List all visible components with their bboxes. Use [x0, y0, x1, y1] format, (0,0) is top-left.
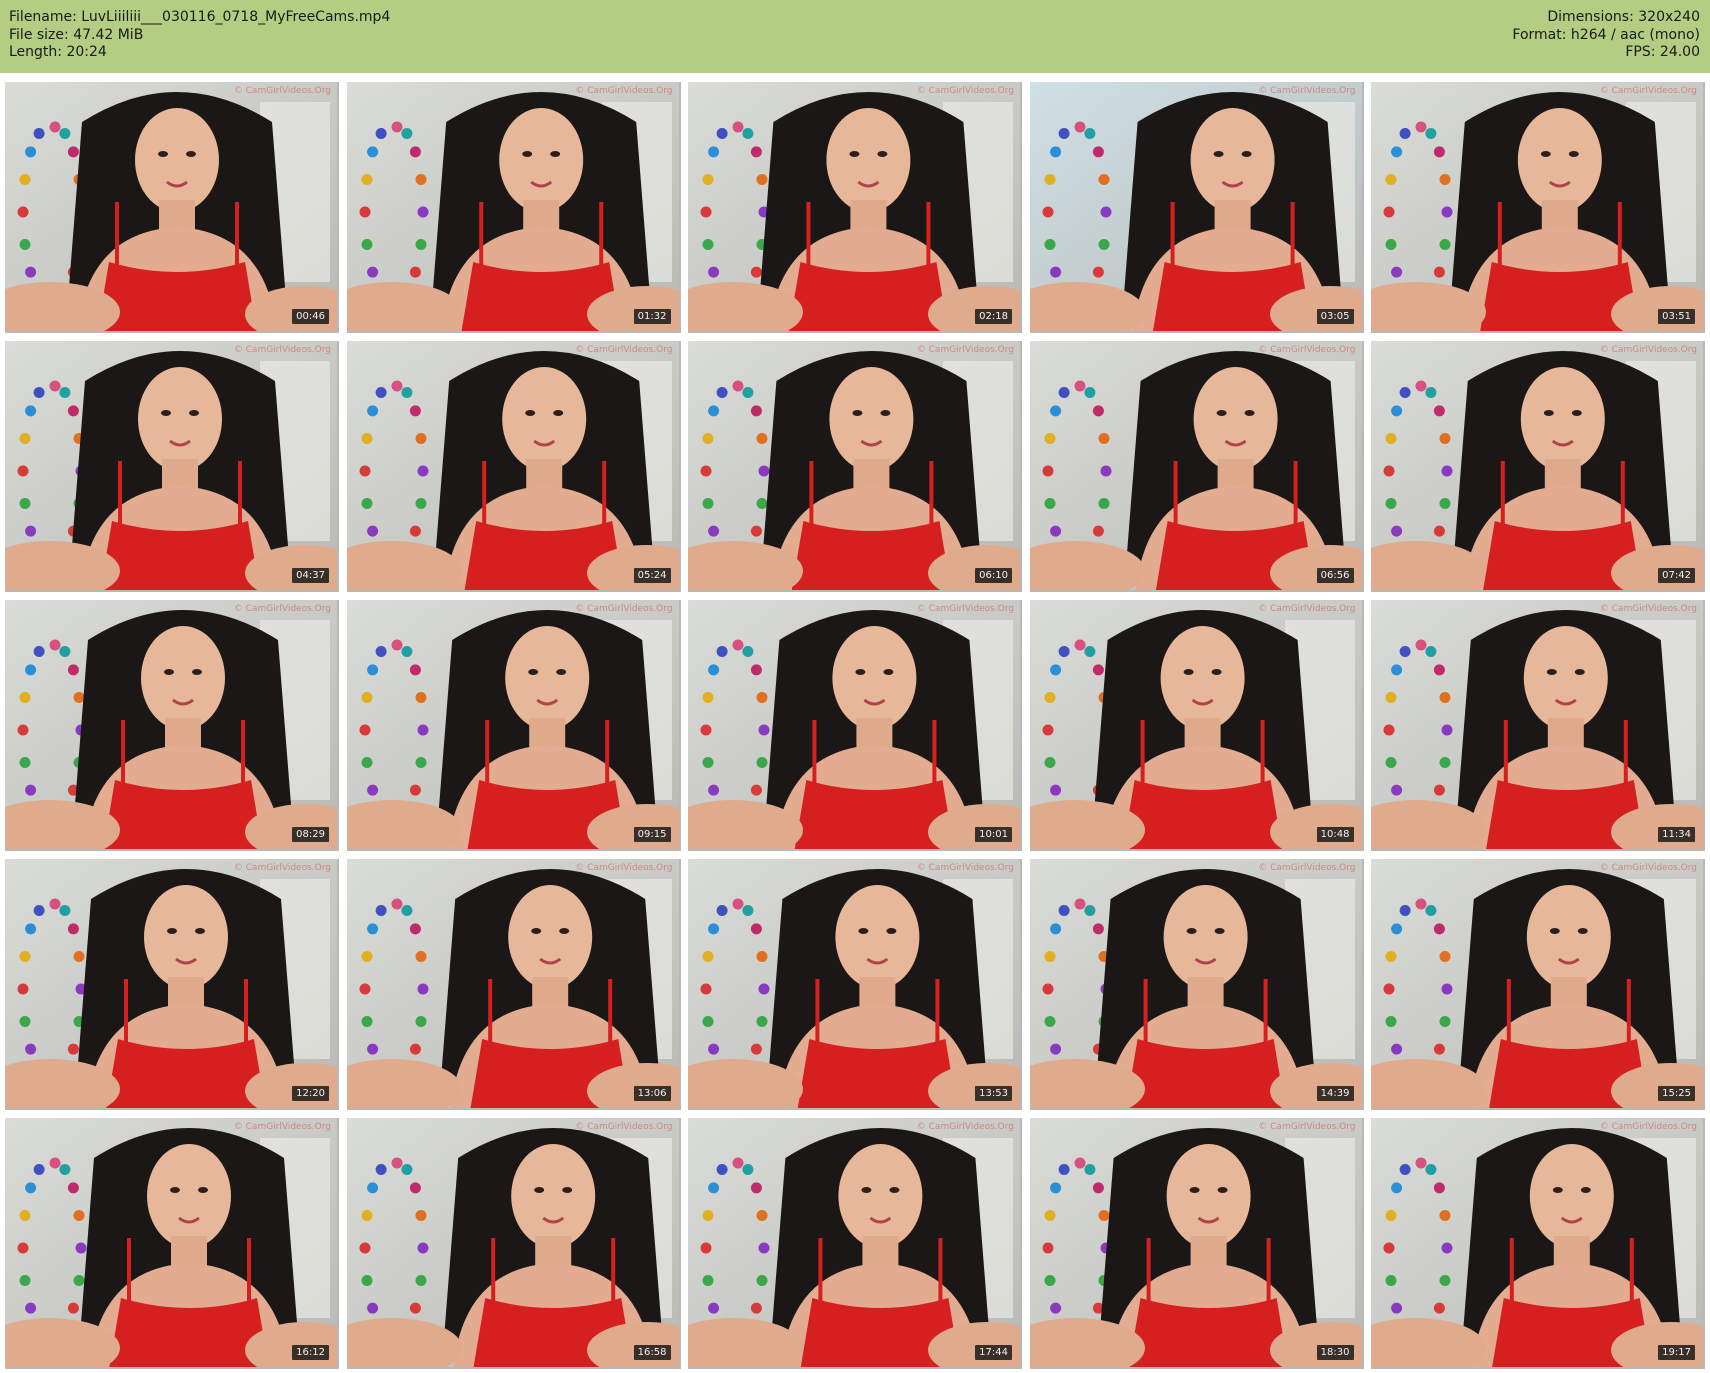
video-thumbnail: © CamGirlVideos.Org 11:34	[1371, 600, 1705, 851]
video-info-header: Filename: LuvLiiiliii___030116_0718_MyFr…	[0, 0, 1710, 73]
video-thumbnail: © CamGirlVideos.Org 16:58	[346, 1118, 681, 1369]
watermark-label: © CamGirlVideos.Org	[1599, 604, 1697, 614]
video-thumbnail: © CamGirlVideos.Org 01:32	[346, 82, 681, 333]
watermark-label: © CamGirlVideos.Org	[1599, 86, 1697, 96]
watermark-label: © CamGirlVideos.Org	[1258, 863, 1356, 873]
watermark-label: © CamGirlVideos.Org	[916, 1122, 1014, 1132]
video-thumbnail: © CamGirlVideos.Org 13:06	[346, 859, 681, 1110]
timestamp-label: 01:32	[633, 309, 671, 324]
timestamp-label: 12:20	[292, 1086, 329, 1101]
video-thumbnail: © CamGirlVideos.Org 18:30	[1029, 1118, 1364, 1369]
timestamp-label: 13:53	[975, 1086, 1012, 1101]
video-thumbnail: © CamGirlVideos.Org 09:15	[346, 600, 681, 851]
timestamp-label: 04:37	[292, 568, 329, 583]
video-thumbnail: © CamGirlVideos.Org 06:10	[688, 341, 1022, 592]
video-thumbnail: © CamGirlVideos.Org 13:53	[688, 859, 1022, 1110]
timestamp-label: 11:34	[1658, 827, 1695, 842]
watermark-label: © CamGirlVideos.Org	[916, 345, 1014, 355]
timestamp-label: 16:58	[633, 1345, 671, 1360]
filename-label: Filename: LuvLiiiliii___030116_0718_MyFr…	[9, 9, 391, 25]
watermark-label: © CamGirlVideos.Org	[1258, 86, 1356, 96]
watermark-label: © CamGirlVideos.Org	[233, 604, 331, 614]
video-thumbnail: © CamGirlVideos.Org 16:12	[5, 1118, 339, 1369]
video-thumbnail: © CamGirlVideos.Org 08:29	[5, 600, 339, 851]
format-label: Format: h264 / aac (mono)	[1512, 26, 1700, 43]
length-label: Length: 20:24	[9, 44, 107, 60]
timestamp-label: 00:46	[292, 309, 329, 324]
file-info: Filename: LuvLiiiliii___030116_0718_MyFr…	[9, 9, 390, 62]
timestamp-label: 08:29	[292, 827, 329, 842]
watermark-label: © CamGirlVideos.Org	[1599, 345, 1697, 355]
video-thumbnail: © CamGirlVideos.Org 12:20	[5, 859, 339, 1110]
watermark-label: © CamGirlVideos.Org	[916, 863, 1014, 873]
video-thumbnail: © CamGirlVideos.Org 07:42	[1371, 341, 1705, 592]
watermark-label: © CamGirlVideos.Org	[1258, 604, 1356, 614]
watermark-label: © CamGirlVideos.Org	[575, 86, 673, 96]
timestamp-label: 03:51	[1658, 309, 1695, 324]
thumbnail-grid: © CamGirlVideos.Org 00:46 © CamGirlVideos…	[5, 82, 1705, 1369]
video-thumbnail: © CamGirlVideos.Org 19:17	[1371, 1118, 1705, 1369]
video-thumbnail: © CamGirlVideos.Org 00:46	[5, 82, 339, 333]
video-thumbnail: © CamGirlVideos.Org 15:25	[1371, 859, 1705, 1110]
timestamp-label: 18:30	[1316, 1345, 1354, 1360]
watermark-label: © CamGirlVideos.Org	[233, 863, 331, 873]
video-thumbnail: © CamGirlVideos.Org 14:39	[1029, 859, 1364, 1110]
watermark-label: © CamGirlVideos.Org	[233, 345, 331, 355]
watermark-label: © CamGirlVideos.Org	[1599, 1122, 1697, 1132]
timestamp-label: 05:24	[633, 568, 671, 583]
video-thumbnail: © CamGirlVideos.Org 03:05	[1029, 82, 1364, 333]
timestamp-label: 14:39	[1316, 1086, 1354, 1101]
video-thumbnail: © CamGirlVideos.Org 10:01	[688, 600, 1022, 851]
timestamp-label: 15:25	[1658, 1086, 1695, 1101]
watermark-label: © CamGirlVideos.Org	[575, 1122, 673, 1132]
timestamp-label: 10:48	[1316, 827, 1354, 842]
watermark-label: © CamGirlVideos.Org	[1258, 345, 1356, 355]
timestamp-label: 07:42	[1658, 568, 1695, 583]
video-thumbnail: © CamGirlVideos.Org 10:48	[1029, 600, 1364, 851]
timestamp-label: 06:10	[975, 568, 1012, 583]
watermark-label: © CamGirlVideos.Org	[1599, 863, 1697, 873]
timestamp-label: 06:56	[1316, 568, 1354, 583]
video-thumbnail: © CamGirlVideos.Org 05:24	[346, 341, 681, 592]
timestamp-label: 17:44	[975, 1345, 1012, 1360]
timestamp-label: 09:15	[633, 827, 671, 842]
timestamp-label: 03:05	[1316, 309, 1354, 324]
watermark-label: © CamGirlVideos.Org	[575, 345, 673, 355]
video-thumbnail: © CamGirlVideos.Org 04:37	[5, 341, 339, 592]
watermark-label: © CamGirlVideos.Org	[916, 604, 1014, 614]
timestamp-label: 13:06	[633, 1086, 671, 1101]
watermark-label: © CamGirlVideos.Org	[575, 604, 673, 614]
watermark-label: © CamGirlVideos.Org	[575, 863, 673, 873]
filesize-label: File size: 47.42 MiB	[9, 26, 144, 43]
video-thumbnail: © CamGirlVideos.Org 06:56	[1029, 341, 1364, 592]
timestamp-label: 10:01	[975, 827, 1012, 842]
dimensions-label: Dimensions: 320x240	[1547, 9, 1700, 25]
stream-info: Dimensions: 320x240 Format: h264 / aac (…	[1512, 9, 1700, 62]
video-thumbnail: © CamGirlVideos.Org 02:18	[688, 82, 1022, 333]
video-thumbnail: © CamGirlVideos.Org 17:44	[688, 1118, 1022, 1369]
timestamp-label: 19:17	[1658, 1345, 1695, 1360]
watermark-label: © CamGirlVideos.Org	[233, 86, 331, 96]
watermark-label: © CamGirlVideos.Org	[916, 86, 1014, 96]
fps-label: FPS: 24.00	[1625, 44, 1700, 60]
video-thumbnail: © CamGirlVideos.Org 03:51	[1371, 82, 1705, 333]
timestamp-label: 16:12	[292, 1345, 329, 1360]
timestamp-label: 02:18	[975, 309, 1012, 324]
watermark-label: © CamGirlVideos.Org	[233, 1122, 331, 1132]
watermark-label: © CamGirlVideos.Org	[1258, 1122, 1356, 1132]
